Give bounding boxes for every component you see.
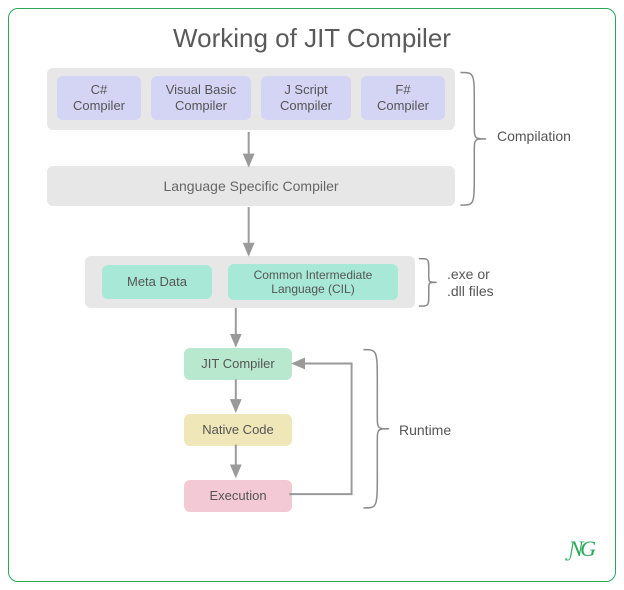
diagram-frame: Working of JIT Compiler C#Compiler Visua… [8, 8, 616, 582]
language-specific-group: Language Specific Compiler [47, 166, 455, 206]
diagram-canvas: C#Compiler Visual BasicCompiler J Script… [27, 68, 597, 558]
box-vb-compiler: Visual BasicCompiler [151, 76, 251, 120]
compilers-group: C#Compiler Visual BasicCompiler J Script… [47, 68, 455, 130]
box-jit-compiler: JIT Compiler [184, 348, 292, 380]
box-fsharp-compiler: F#Compiler [361, 76, 445, 120]
box-native-code: Native Code [184, 414, 292, 446]
diagram-title: Working of JIT Compiler [27, 23, 597, 54]
cil-group: Meta Data Common IntermediateLanguage (C… [85, 256, 415, 308]
box-meta-data: Meta Data [102, 265, 212, 299]
box-csharp-compiler: C#Compiler [57, 76, 141, 120]
annotation-compilation: Compilation [497, 128, 571, 145]
annotation-exe-dll: .exe or.dll files [447, 266, 494, 300]
logo-gfg: ƝG [568, 536, 593, 562]
annotation-runtime: Runtime [399, 422, 451, 439]
language-specific-label: Language Specific Compiler [163, 178, 338, 194]
box-cil: Common IntermediateLanguage (CIL) [228, 264, 398, 300]
box-execution: Execution [184, 480, 292, 512]
box-jscript-compiler: J ScriptCompiler [261, 76, 351, 120]
